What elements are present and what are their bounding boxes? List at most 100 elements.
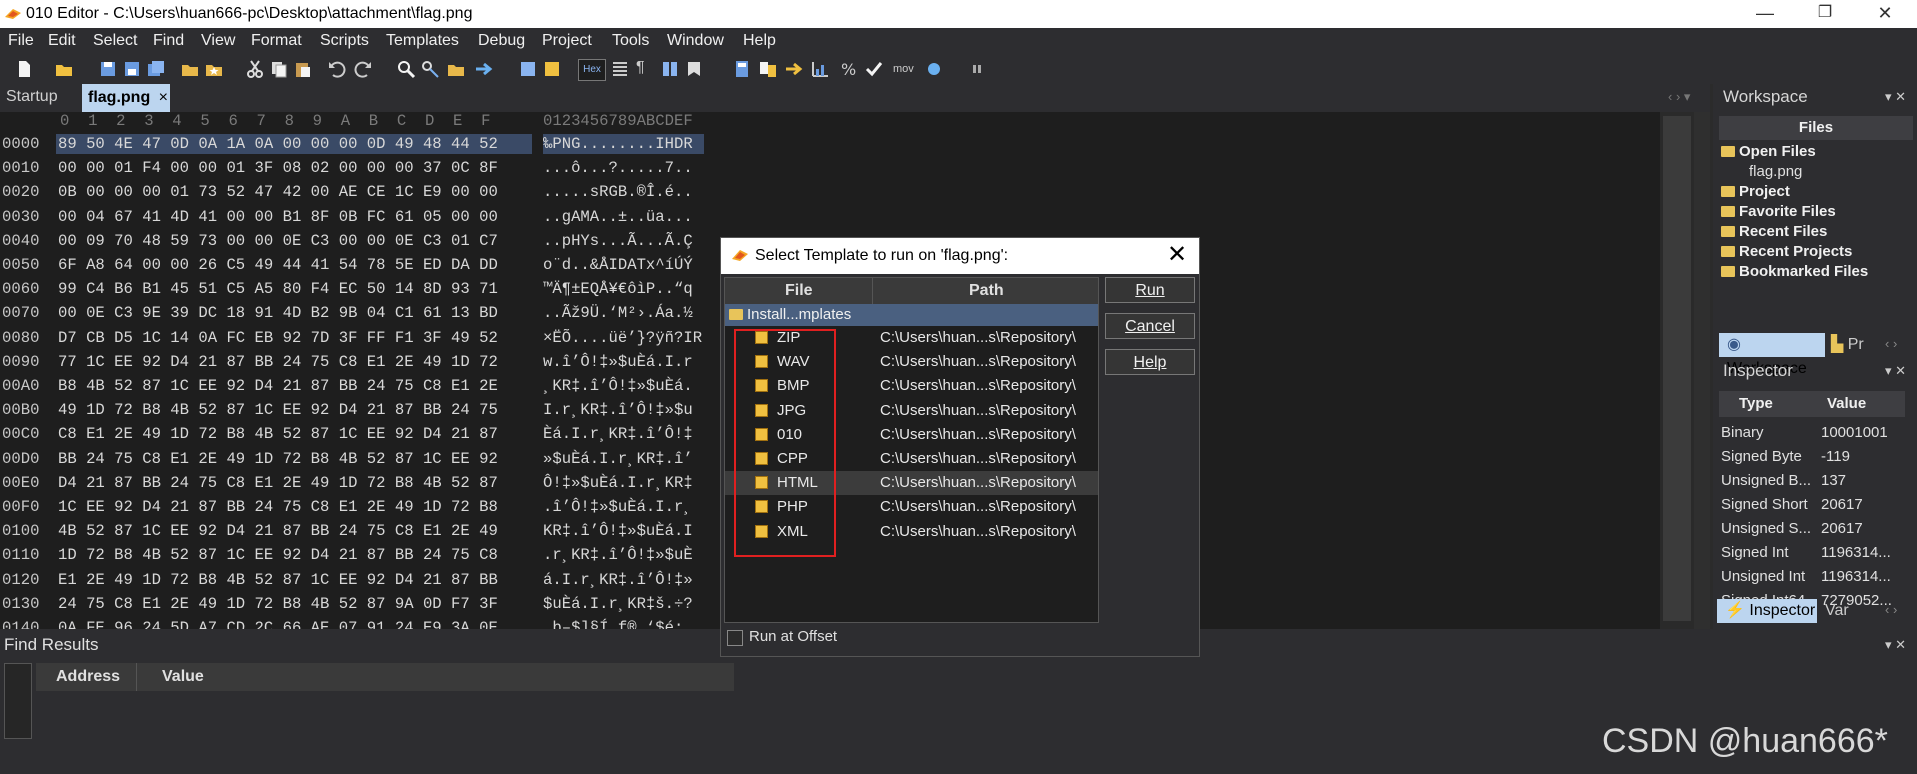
- tab-workspace[interactable]: ◉ Workspace: [1719, 333, 1825, 377]
- tab-project[interactable]: ▙ Pr: [1831, 333, 1871, 357]
- workspace-tab-nav[interactable]: ‹ ›: [1885, 336, 1897, 351]
- tree-recent-projects[interactable]: Recent Projects: [1721, 243, 1852, 260]
- menu-file[interactable]: File: [8, 32, 34, 50]
- tree-open-files[interactable]: Open Files: [1721, 143, 1816, 160]
- dialog-close-button[interactable]: ✕: [1167, 240, 1187, 269]
- hex-row[interactable]: 1D 72 B8 4B 52 87 1C EE 92 D4 21 87 BB 2…: [58, 543, 498, 567]
- hex-row[interactable]: BB 24 75 C8 E1 2E 49 1D 72 B8 4B 52 87 1…: [58, 447, 498, 471]
- hex-bytes-area[interactable]: 89 50 4E 47 0D 0A 1A 0A 00 00 00 0D 49 4…: [58, 132, 498, 629]
- menu-templates[interactable]: Templates: [386, 32, 459, 50]
- template-folder-row[interactable]: Install...mplates: [725, 304, 1098, 326]
- hex-row[interactable]: 89 50 4E 47 0D 0A 1A 0A 00 00 00 0D 49 4…: [58, 132, 498, 156]
- inspector-row[interactable]: Unsigned Int 1196314...: [1721, 565, 1905, 589]
- maximize-button[interactable]: ❐: [1805, 2, 1845, 24]
- inspector-row[interactable]: Signed Int 1196314...: [1721, 541, 1905, 565]
- text-row[interactable]: ..pHYs...Ã...Ã.Ç: [543, 229, 702, 253]
- hex-row[interactable]: C8 E1 2E 49 1D 72 B8 4B 52 87 1C EE 92 D…: [58, 422, 498, 446]
- inspector-row[interactable]: Binary 10001001: [1721, 421, 1905, 445]
- text-row[interactable]: $uÈá.I.r¸KR‡š.÷?: [543, 592, 702, 616]
- show-whitespace-icon[interactable]: ¶: [636, 59, 656, 79]
- hex-mode-toggle[interactable]: Hex: [578, 59, 606, 81]
- text-row[interactable]: .....sRGB.®Î.é..: [543, 180, 702, 204]
- text-row[interactable]: o¨d..&ÅIDATx^íÚÝ: [543, 253, 702, 277]
- text-row[interactable]: w.î’Ô!‡»$uÈá.I.r: [543, 350, 702, 374]
- editor-scrollbar[interactable]: [1694, 112, 1710, 629]
- menu-select[interactable]: Select: [93, 32, 137, 50]
- favorites-folder-icon[interactable]: [204, 59, 224, 79]
- menu-find[interactable]: Find: [153, 32, 184, 50]
- hex-row[interactable]: 00 09 70 48 59 73 00 00 0E C3 00 00 0E C…: [58, 229, 498, 253]
- text-row[interactable]: Ô!‡»$uÈá.I.r¸KR‡: [543, 471, 702, 495]
- menu-window[interactable]: Window: [667, 32, 724, 50]
- col-file[interactable]: File: [785, 282, 813, 300]
- tree-favorite-files[interactable]: Favorite Files: [1721, 203, 1836, 220]
- text-row[interactable]: ×ËÕ....üë’}?ÿñ?IR: [543, 326, 702, 350]
- save-as-icon[interactable]: [122, 59, 142, 79]
- tree-recent-files[interactable]: Recent Files: [1721, 223, 1827, 240]
- minimap-thumb[interactable]: [1663, 116, 1691, 621]
- hex-row[interactable]: 00 04 67 41 4D 41 00 00 B1 8F 0B FC 61 0…: [58, 205, 498, 229]
- text-row[interactable]: .þ–$]§Í,f®.‘$é:.: [543, 616, 702, 629]
- menu-format[interactable]: Format: [251, 32, 302, 50]
- templates-icon[interactable]: [518, 59, 538, 79]
- workspace-panel-controls[interactable]: ▾ ✕: [1885, 89, 1906, 105]
- text-row[interactable]: ¸KR‡.î’Ô!‡»$uÈá.: [543, 374, 702, 398]
- hex-row[interactable]: 00 00 01 F4 00 00 01 3F 08 02 00 00 00 3…: [58, 156, 498, 180]
- menu-help[interactable]: Help: [743, 32, 776, 50]
- inspector-panel-controls[interactable]: ▾ ✕: [1885, 363, 1906, 379]
- hex-row[interactable]: 77 1C EE 92 D4 21 87 BB 24 75 C8 E1 2E 4…: [58, 350, 498, 374]
- open-file-icon[interactable]: [54, 59, 74, 79]
- help-button[interactable]: Help: [1105, 349, 1195, 375]
- hex-row[interactable]: 6F A8 64 00 00 26 C5 49 44 41 54 78 5E E…: [58, 253, 498, 277]
- find-icon[interactable]: [396, 59, 416, 79]
- pause-icon[interactable]: [967, 59, 987, 79]
- text-row[interactable]: ..gAMA..±..üa...: [543, 205, 702, 229]
- save-icon[interactable]: [98, 59, 118, 79]
- open-folder-icon[interactable]: [180, 59, 200, 79]
- text-row[interactable]: ™Ä¶±EQÅ¥€ôìP..“q: [543, 277, 702, 301]
- hex-row[interactable]: 49 1D 72 B8 4B 52 87 1C EE 92 D4 21 87 B…: [58, 398, 498, 422]
- inspector-row[interactable]: Signed Short 20617: [1721, 493, 1905, 517]
- inspector-row[interactable]: Signed Byte -119: [1721, 445, 1905, 469]
- text-row[interactable]: ...ô...?.....7..: [543, 156, 702, 180]
- hex-row[interactable]: 1C EE 92 D4 21 87 BB 24 75 C8 E1 2E 49 1…: [58, 495, 498, 519]
- run-button[interactable]: Run: [1105, 277, 1195, 303]
- checksum-icon[interactable]: [784, 59, 804, 79]
- debug-icon[interactable]: [924, 59, 944, 79]
- tab-startup[interactable]: Startup: [6, 88, 58, 106]
- compare-icon[interactable]: [758, 59, 778, 79]
- new-file-icon[interactable]: [14, 59, 34, 79]
- split-view-icon[interactable]: [660, 59, 680, 79]
- text-area[interactable]: ‰PNG........IHDR ...ô...?.....7.. .....sRG…: [543, 132, 702, 629]
- histogram-icon[interactable]: [810, 59, 830, 79]
- tree-bookmarked-files[interactable]: Bookmarked Files: [1721, 263, 1868, 280]
- menu-edit[interactable]: Edit: [48, 32, 76, 50]
- close-window-button[interactable]: ✕: [1865, 2, 1905, 24]
- inspector-row[interactable]: Unsigned S... 20617: [1721, 517, 1905, 541]
- percent-icon[interactable]: %: [838, 59, 858, 79]
- hex-row[interactable]: 00 0E C3 9E 39 DC 18 91 4D B2 9B 04 C1 6…: [58, 301, 498, 325]
- redo-icon[interactable]: [353, 59, 373, 79]
- columns-icon[interactable]: [610, 59, 630, 79]
- text-row[interactable]: á.I.r¸KR‡.î’Ô!‡»: [543, 568, 702, 592]
- cut-icon[interactable]: [245, 59, 265, 79]
- replace-icon[interactable]: [420, 59, 440, 79]
- tree-open-file-flag[interactable]: flag.png: [1749, 163, 1802, 180]
- hex-row[interactable]: D4 21 87 BB 24 75 C8 E1 2E 49 1D 72 B8 4…: [58, 471, 498, 495]
- tree-project[interactable]: Project: [1721, 183, 1790, 200]
- menu-project[interactable]: Project: [542, 32, 592, 50]
- tab-variables[interactable]: Var: [1825, 599, 1875, 623]
- editor-minimap[interactable]: [1660, 112, 1694, 629]
- text-row[interactable]: KR‡.î’Ô!‡»$uÈá.I: [543, 519, 702, 543]
- paste-icon[interactable]: [293, 59, 313, 79]
- tab-flag-png[interactable]: flag.png ×: [82, 84, 170, 112]
- tab-nav-arrows[interactable]: ‹ › ▾: [1668, 89, 1690, 105]
- hex-row[interactable]: D7 CB D5 1C 14 0A FC EB 92 7D 3F FF F1 3…: [58, 326, 498, 350]
- hex-row[interactable]: B8 4B 52 87 1C EE 92 D4 21 87 BB 24 75 C…: [58, 374, 498, 398]
- menu-tools[interactable]: Tools: [612, 32, 649, 50]
- text-row[interactable]: Èá.I.r¸KR‡.î’Ô!‡: [543, 422, 702, 446]
- bookmark-icon[interactable]: [684, 59, 704, 79]
- text-row[interactable]: .î’Ô!‡»$uÈá.I.r¸: [543, 495, 702, 519]
- text-row[interactable]: »$uÈá.I.r¸KR‡.î’: [543, 447, 702, 471]
- inspector-row[interactable]: Unsigned B... 137: [1721, 469, 1905, 493]
